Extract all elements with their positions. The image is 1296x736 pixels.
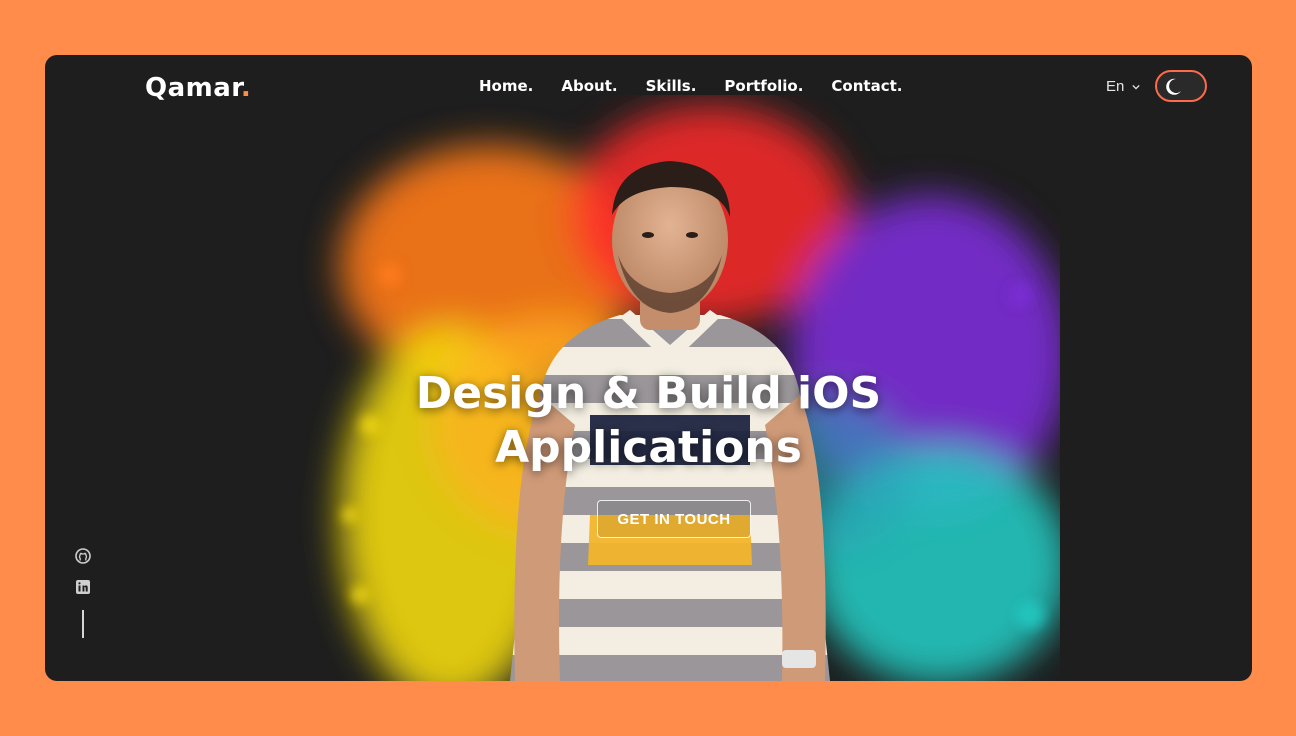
chevron-down-icon — [1132, 84, 1141, 90]
nav-home[interactable]: Home. — [479, 77, 533, 95]
language-selector[interactable]: En — [1106, 78, 1141, 95]
language-label: En — [1106, 78, 1125, 95]
nav-contact[interactable]: Contact. — [831, 77, 902, 95]
nav-portfolio[interactable]: Portfolio. — [724, 77, 803, 95]
social-divider-line — [82, 610, 84, 638]
github-icon[interactable] — [75, 548, 91, 564]
moon-icon — [1166, 78, 1181, 95]
linkedin-icon[interactable] — [75, 579, 91, 595]
hero-title-line-2: Applications — [495, 422, 802, 473]
brand-dot: . — [240, 73, 252, 103]
get-in-touch-button[interactable]: GET IN TOUCH — [597, 500, 751, 538]
nav-skills[interactable]: Skills. — [646, 77, 697, 95]
main-nav: Home. About. Skills. Portfolio. Contact. — [479, 77, 902, 95]
theme-toggle[interactable] — [1155, 70, 1207, 102]
social-sidebar — [75, 548, 93, 638]
brand-logo[interactable]: Qamar. — [145, 73, 251, 103]
site-frame: Qamar. Home. About. Skills. Portfolio. C… — [45, 55, 1252, 681]
hero-title: Design & Build iOS Applications — [45, 367, 1252, 475]
nav-about[interactable]: About. — [561, 77, 617, 95]
brand-name: Qamar — [145, 73, 241, 103]
hero-title-line-1: Design & Build iOS — [415, 368, 882, 419]
